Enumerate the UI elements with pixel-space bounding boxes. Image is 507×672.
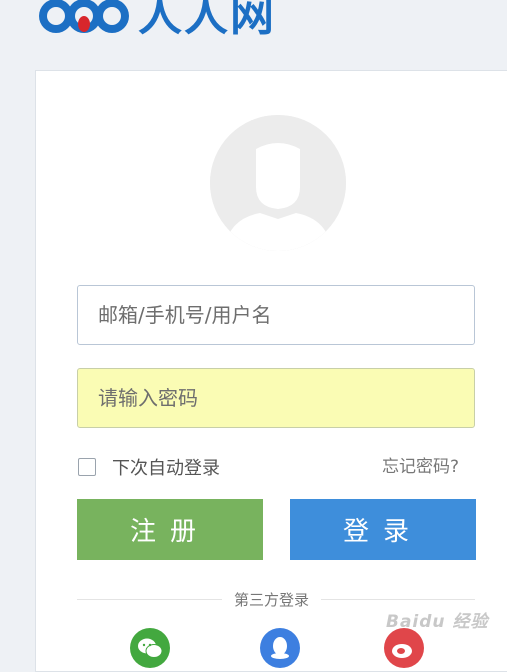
username-input[interactable]	[77, 285, 475, 345]
wechat-icon	[138, 638, 163, 658]
remember-checkbox[interactable]	[78, 458, 96, 476]
third-party-label: 第三方登录	[222, 589, 322, 611]
forgot-password-link[interactable]: 忘记密码?	[382, 455, 459, 479]
remember-label: 下次自动登录	[112, 458, 220, 479]
renren-logo-icon	[39, 0, 129, 33]
renren-logo[interactable]: 人人网	[34, 0, 294, 46]
wechat-login-button[interactable]	[130, 628, 170, 668]
weibo-login-button[interactable]	[384, 628, 424, 668]
qq-login-button[interactable]	[260, 628, 300, 668]
remember-me[interactable]: 下次自动登录	[78, 455, 220, 479]
login-button[interactable]: 登录	[290, 499, 476, 560]
password-input[interactable]	[77, 368, 475, 428]
login-card: 下次自动登录 忘记密码? 注册 登录 第三方登录	[35, 70, 507, 672]
baidu-watermark: Baidu 经验	[386, 612, 489, 632]
qq-icon	[271, 637, 289, 659]
logo-text: 人人网	[138, 0, 276, 41]
register-button[interactable]: 注册	[77, 499, 263, 560]
weibo-icon	[392, 644, 412, 658]
default-avatar-icon	[210, 115, 346, 251]
